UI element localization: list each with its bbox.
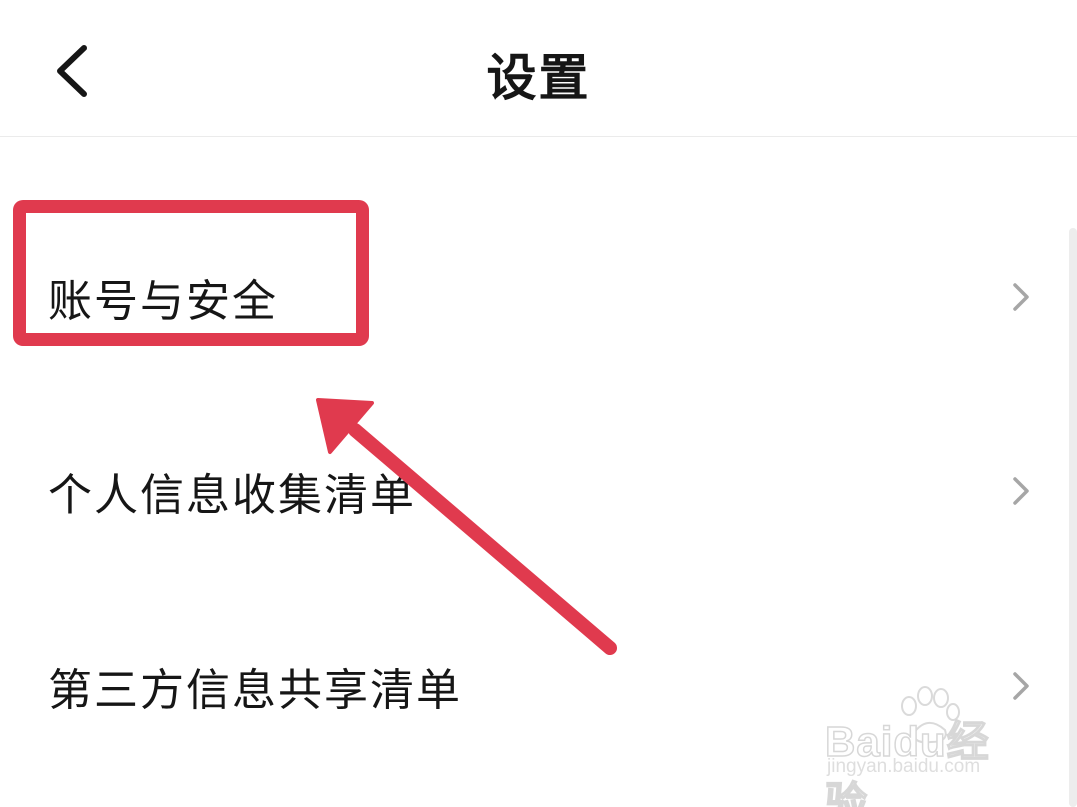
scrollbar[interactable]	[1069, 228, 1077, 807]
top-bar: 设置	[0, 0, 1077, 137]
settings-item-personal-info-list[interactable]: 个人信息收集清单	[0, 416, 1077, 566]
settings-item-label: 账号与安全	[48, 276, 278, 327]
chevron-right-icon	[1013, 477, 1029, 505]
chevron-right-icon	[1013, 672, 1029, 700]
settings-screen: 设置 账号与安全 个人信息收集清单 第三方信息共享清单 Baidu经验 jing…	[0, 0, 1077, 807]
settings-item-third-party-sharing-list[interactable]: 第三方信息共享清单	[0, 611, 1077, 761]
page-title: 设置	[486, 49, 591, 107]
settings-item-label: 个人信息收集清单	[48, 470, 416, 521]
settings-item-label: 第三方信息共享清单	[48, 665, 462, 716]
settings-item-account-security[interactable]: 账号与安全	[0, 222, 1077, 372]
chevron-right-icon	[1013, 283, 1029, 311]
